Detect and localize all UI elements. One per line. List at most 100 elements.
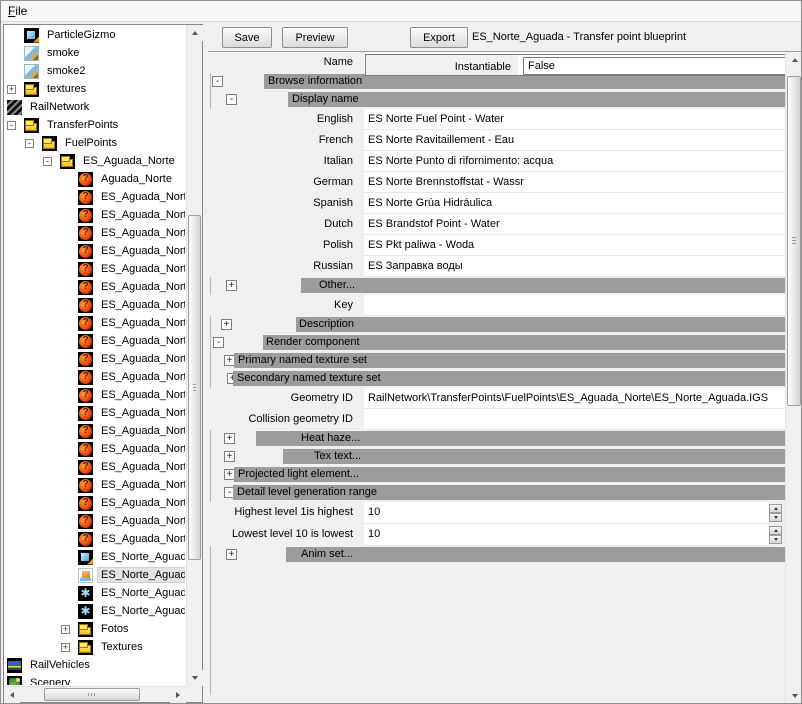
expand-section-button[interactable]: + [226,280,237,291]
tree-item-es-aguada-nort[interactable]: ES_Aguada_Nort [5,386,185,404]
tree-item-es-norte-aguad[interactable]: ES_Norte_Aguad [5,566,185,584]
expand-icon[interactable]: + [61,625,70,634]
geometry-id-input[interactable]: RailNetwork\TransferPoints\FuelPoints\ES… [364,388,785,409]
dutch-input[interactable]: ES Brandstof Point - Water [364,214,785,235]
tree-item-scenery[interactable]: Scenery [5,674,185,685]
tree-vertical-scrollbar[interactable] [186,25,202,686]
tree-scroll-right-button[interactable] [170,687,186,703]
form-scroll-up-button[interactable] [786,52,802,68]
menu-file[interactable]: File [1,1,34,21]
form-scroll-down-button[interactable] [786,688,802,704]
spinner-up-button[interactable] [769,526,782,535]
polish-input[interactable]: ES Pkt paliwa - Woda [364,235,785,256]
tree-item-es-aguada-nort[interactable]: ES_Aguada_Nort [5,458,185,476]
tree-item-textures[interactable]: +Textures [5,638,185,656]
tree-item-es-aguada-nort[interactable]: ES_Aguada_Nort [5,278,185,296]
russian-input[interactable]: ES Заправка воды [364,256,785,277]
expand-icon[interactable]: + [61,643,70,652]
tree-item-railnetwork[interactable]: RailNetwork [5,98,185,116]
export-button[interactable]: Export [410,27,468,48]
key-input[interactable] [364,295,785,316]
train-icon [7,658,22,673]
tree-item-es-norte-aguad[interactable]: ES_Norte_Aguad [5,602,185,620]
question-icon [78,244,93,259]
tree-item-es-aguada-nort[interactable]: ES_Aguada_Nort [5,206,185,224]
tree-item-es-aguada-nort[interactable]: ES_Aguada_Nort [5,404,185,422]
collapse-icon[interactable]: - [43,157,52,166]
property-rows: NameES Norte Grúa Hidráulica-Browse info… [208,52,785,704]
expand-icon[interactable]: + [7,85,16,94]
tree-item-fotos[interactable]: +Fotos [5,620,185,638]
field-label: Instantiable [366,55,518,75]
collapse-icon[interactable]: - [25,139,34,148]
tree-item-es-aguada-nort[interactable]: ES_Aguada_Nort [5,332,185,350]
tree-item-es-aguada-norte[interactable]: -ES_Aguada_Norte [5,152,185,170]
tree-item-es-aguada-nort[interactable]: ES_Aguada_Nort [5,242,185,260]
tree-item-es-aguada-nort[interactable]: ES_Aguada_Nort [5,512,185,530]
expand-section-button[interactable]: + [226,549,237,560]
tree-item-es-aguada-nort[interactable]: ES_Aguada_Nort [5,422,185,440]
tree-item-smoke[interactable]: smoke [5,44,185,62]
form-vertical-scrollbar[interactable] [785,52,802,704]
tree-item-label: smoke [44,46,82,60]
tree-item-es-aguada-nort[interactable]: ES_Aguada_Nort [5,188,185,206]
field-row-english: EnglishES Norte Fuel Point - Water [208,109,785,130]
tree-item-es-aguada-nort[interactable]: ES_Aguada_Nort [5,530,185,548]
tree-scroll-left-button[interactable] [4,687,20,703]
tree-scroll-thumb[interactable] [188,215,201,560]
collapse-icon[interactable]: - [7,121,16,130]
tree-item-es-aguada-nort[interactable]: ES_Aguada_Nort [5,494,185,512]
collision-geometry-id-input[interactable] [364,409,785,430]
expand-section-button[interactable]: + [224,451,235,462]
tree-item-es-aguada-nort[interactable]: ES_Aguada_Nort [5,296,185,314]
section-header-bar: Projected light element... [234,467,785,482]
form-scroll-thumb[interactable] [787,76,801,406]
spinner-down-button[interactable] [769,535,782,544]
spinner-up-button[interactable] [769,504,782,513]
tree-item-es-aguada-nort[interactable]: ES_Aguada_Nort [5,476,185,494]
instantiable-dropdown[interactable]: False [523,57,785,75]
spanish-input[interactable]: ES Norte Grúa Hidráulica [364,193,785,214]
tree-item-label: ES_Norte_Aguad [98,550,185,564]
tree-item-railvehicles[interactable]: RailVehicles [5,656,185,674]
german-input[interactable]: ES Norte Brennstoffstat - Wassr [364,172,785,193]
highest-level-1is-highest-input[interactable]: 10 [364,502,769,524]
tree-item-transferpoints[interactable]: -TransferPoints [5,116,185,134]
menu-bar: File [1,1,801,22]
field-row-highest-level-1is-highest: Highest level 1is highest10 [208,502,785,524]
tree-item-particlegizmo[interactable]: ParticleGizmo [5,26,185,44]
tree-scroll-up-button[interactable] [187,25,203,41]
tree-item-es-norte-aguad[interactable]: ES_Norte_Aguad [5,584,185,602]
question-icon [78,478,93,493]
tree-item-es-aguada-nort[interactable]: ES_Aguada_Nort [5,224,185,242]
tree-horizontal-scrollbar[interactable] [4,686,186,702]
collapse-section-button[interactable]: - [212,76,223,87]
save-button[interactable]: Save [222,27,272,48]
tree-item-label: RailNetwork [27,100,92,114]
tree-item-es-aguada-nort[interactable]: ES_Aguada_Nort [5,368,185,386]
lowest-level-10-is-lowest-input[interactable]: 10 [364,524,769,546]
english-input[interactable]: ES Norte Fuel Point - Water [364,109,785,130]
tree-item-textures[interactable]: +textures [5,80,185,98]
tree-item-es-norte-aguad[interactable]: ES_Norte_Aguad [5,548,185,566]
tree-item-smoke2[interactable]: smoke2 [5,62,185,80]
expand-section-button[interactable]: + [224,433,235,444]
italian-input[interactable]: ES Norte Punto di rifornimento: acqua [364,151,785,172]
collapse-section-button[interactable]: - [213,337,224,348]
spinner-down-button[interactable] [769,513,782,522]
tree-item-fuelpoints[interactable]: -FuelPoints [5,134,185,152]
collapse-section-button[interactable]: - [226,94,237,105]
french-input[interactable]: ES Norte Ravitaillement - Eau [364,130,785,151]
tree-item-es-aguada-nort[interactable]: ES_Aguada_Nort [5,260,185,278]
tree-scroll-down-button[interactable] [187,670,203,686]
tree-item-es-aguada-nort[interactable]: ES_Aguada_Nort [5,314,185,332]
section-header-bar: Primary named texture set [234,353,785,368]
tree-item-es-aguada-nort[interactable]: ES_Aguada_Nort [5,440,185,458]
preview-button[interactable]: Preview [282,27,348,48]
field-row-polish: PolishES Pkt paliwa - Woda [208,235,785,256]
tree-scroll-thumb-horizontal[interactable] [44,688,140,701]
tree-item-aguada-norte[interactable]: Aguada_Norte [5,170,185,188]
expand-section-button[interactable]: + [221,319,232,330]
tree-item-es-aguada-nort[interactable]: ES_Aguada_Nort [5,350,185,368]
field-row-spanish: SpanishES Norte Grúa Hidráulica [208,193,785,214]
